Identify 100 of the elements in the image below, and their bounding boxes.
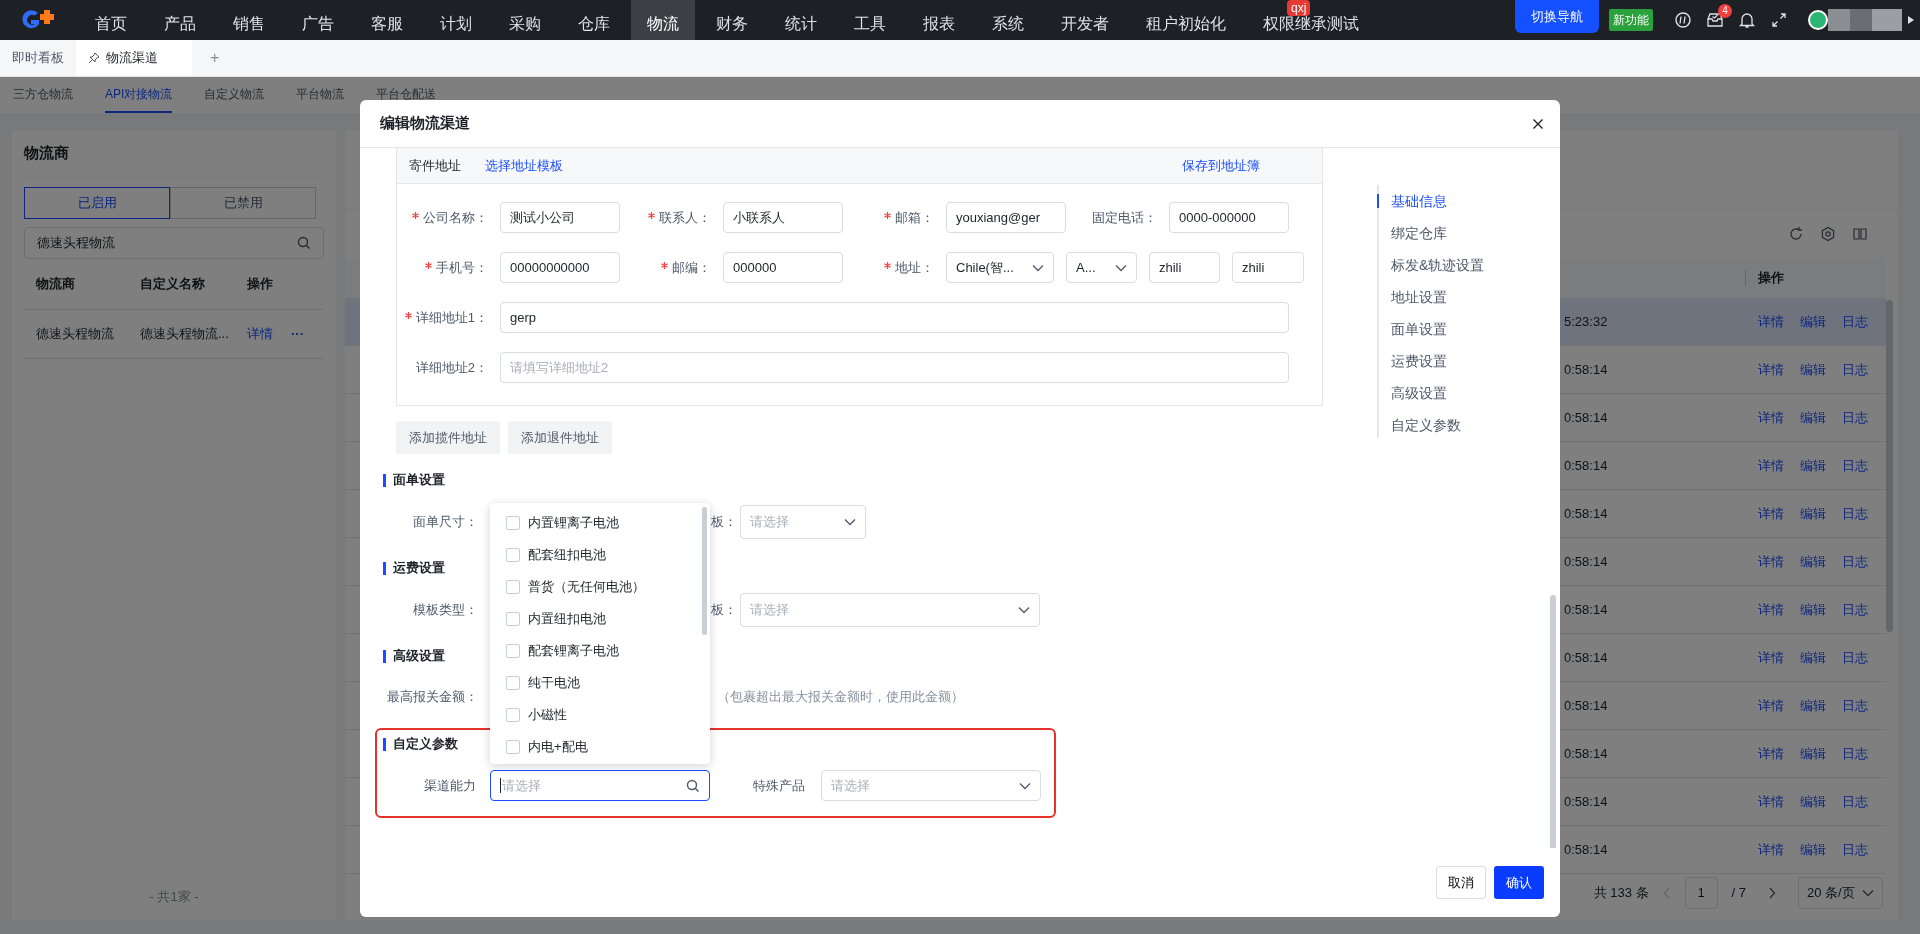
book-icon[interactable] <box>1852 226 1868 242</box>
anchor-link[interactable]: 地址设置 <box>1377 281 1447 313</box>
action-link[interactable]: 编辑 <box>1800 407 1826 428</box>
status-toggle[interactable]: 已启用 <box>24 187 170 219</box>
checkbox[interactable] <box>506 644 520 658</box>
select-field[interactable]: Chile(智... <box>946 252 1054 283</box>
dropdown-option[interactable]: 内置锂离子电池 <box>490 507 710 539</box>
settings-icon[interactable] <box>1820 226 1836 242</box>
confirm-button[interactable]: 确认 <box>1494 866 1544 899</box>
action-link[interactable]: 编辑 <box>1800 359 1826 380</box>
checkbox[interactable] <box>506 676 520 690</box>
scrollbar-thumb[interactable] <box>702 507 707 635</box>
nav-menu-item[interactable]: 物流 <box>631 0 695 40</box>
action-link[interactable]: 详情 <box>1758 551 1784 572</box>
action-link[interactable]: 日志 <box>1842 407 1868 428</box>
sub-tab[interactable]: 平台物流 <box>296 77 345 113</box>
anchor-link[interactable]: 面单设置 <box>1377 313 1447 345</box>
add-address-button[interactable]: 添加揽件地址 <box>396 421 500 454</box>
switch-nav-button[interactable]: 切换导航 <box>1515 0 1599 33</box>
checkbox[interactable] <box>506 516 520 530</box>
search-field[interactable]: 德速头程物流 <box>24 227 324 259</box>
action-link[interactable]: 编辑 <box>1800 311 1826 332</box>
input-field[interactable]: 000000 <box>723 252 843 283</box>
page-input[interactable]: 1 <box>1684 877 1718 909</box>
slash-circle-icon[interactable] <box>1674 11 1692 29</box>
more-button[interactable]: ··· <box>291 324 304 344</box>
action-link[interactable]: 日志 <box>1842 695 1868 716</box>
save-address-link[interactable]: 保存到地址簿 <box>1182 155 1260 176</box>
previous-page-icon[interactable] <box>1662 887 1671 899</box>
action-link[interactable]: 详情 <box>1758 503 1784 524</box>
action-link[interactable]: 日志 <box>1842 839 1868 860</box>
action-link[interactable]: 编辑 <box>1800 647 1826 668</box>
dropdown-option[interactable]: 配套锂离子电池 <box>490 635 710 667</box>
action-link[interactable]: 详情 <box>1758 791 1784 812</box>
scrollbar-thumb[interactable] <box>1886 300 1893 632</box>
nav-menu-item[interactable]: 系统 <box>976 0 1040 40</box>
checkbox[interactable] <box>506 580 520 594</box>
nav-menu-item[interactable]: 开发者 <box>1045 0 1125 40</box>
checkbox[interactable] <box>506 548 520 562</box>
action-link[interactable]: 详情 <box>1758 359 1784 380</box>
sub-tab[interactable]: 平台仓配送 <box>376 77 437 113</box>
dropdown-option[interactable]: 小磁性 <box>490 699 710 731</box>
action-link[interactable]: 日志 <box>1842 455 1868 476</box>
template-link[interactable]: 选择地址模板 <box>485 155 563 176</box>
nav-menu-item[interactable]: 工具 <box>838 0 902 40</box>
action-link[interactable]: 详情 <box>1758 839 1784 860</box>
page-tab[interactable]: 即时看板 <box>0 40 76 76</box>
action-link[interactable]: 日志 <box>1842 359 1868 380</box>
action-link[interactable]: 详情 <box>1758 599 1784 620</box>
next-page-icon[interactable] <box>1768 887 1776 899</box>
dropdown-option[interactable]: 内置纽扣电池 <box>490 603 710 635</box>
nav-menu-item[interactable]: 采购 <box>493 0 557 40</box>
nav-menu-item[interactable]: 广告 <box>286 0 350 40</box>
sub-tab[interactable]: 自定义物流 <box>204 77 265 113</box>
input-field[interactable]: 00000000000 <box>500 252 620 283</box>
action-link[interactable]: 日志 <box>1842 599 1868 620</box>
page-tab[interactable]: 物流渠道 <box>76 40 192 76</box>
detail-link[interactable]: 详情 <box>247 324 273 344</box>
action-link[interactable]: 编辑 <box>1800 839 1826 860</box>
add-tab-button[interactable]: + <box>192 40 238 76</box>
fullscreen-icon[interactable] <box>1770 11 1788 29</box>
input-field[interactable]: 0000-000000 <box>1169 202 1289 233</box>
checkbox[interactable] <box>506 612 520 626</box>
action-link[interactable]: 编辑 <box>1800 503 1826 524</box>
action-link[interactable]: 编辑 <box>1800 695 1826 716</box>
input-field[interactable]: gerp <box>500 302 1289 333</box>
scrollbar-thumb[interactable] <box>1550 595 1556 848</box>
anchor-link[interactable]: 高级设置 <box>1377 377 1447 409</box>
input-field[interactable]: 测试小公司 <box>500 202 620 233</box>
select-field[interactable]: A... <box>1066 252 1137 283</box>
anchor-link[interactable]: 运费设置 <box>1377 345 1447 377</box>
action-link[interactable]: 日志 <box>1842 311 1868 332</box>
action-link[interactable]: 编辑 <box>1800 455 1826 476</box>
action-link[interactable]: 编辑 <box>1800 791 1826 812</box>
action-link[interactable]: 日志 <box>1842 791 1868 812</box>
nav-menu-item[interactable]: 租户初始化 <box>1130 0 1242 40</box>
anchor-link[interactable]: 标发&轨迹设置 <box>1377 249 1485 281</box>
dropdown-option[interactable]: 普货（无任何电池） <box>490 571 710 603</box>
new-feature-badge[interactable]: 新功能 <box>1609 9 1653 31</box>
anchor-link[interactable]: 绑定仓库 <box>1377 217 1447 249</box>
action-link[interactable]: 详情 <box>1758 311 1784 332</box>
dropdown-option[interactable]: 内电+配电 <box>490 731 710 763</box>
action-link[interactable]: 详情 <box>1758 743 1784 764</box>
input-field[interactable]: 小联系人 <box>723 202 843 233</box>
caret-icon[interactable] <box>1908 16 1914 24</box>
dropdown-option[interactable]: 纯干电池 <box>490 667 710 699</box>
close-icon[interactable] <box>1532 117 1544 130</box>
checkbox[interactable] <box>506 708 520 722</box>
pin-icon[interactable] <box>88 52 100 64</box>
nav-menu-item[interactable]: 首页 <box>79 0 143 40</box>
action-link[interactable]: 日志 <box>1842 551 1868 572</box>
tray-check-icon[interactable] <box>1706 11 1724 29</box>
avatar[interactable] <box>1808 10 1828 30</box>
action-link[interactable]: 详情 <box>1758 647 1784 668</box>
nav-menu-item[interactable]: 报表 <box>907 0 971 40</box>
action-link[interactable]: 日志 <box>1842 647 1868 668</box>
anchor-link[interactable]: 自定义参数 <box>1377 409 1461 441</box>
action-link[interactable]: 详情 <box>1758 455 1784 476</box>
action-link[interactable]: 日志 <box>1842 743 1868 764</box>
sub-tab[interactable]: 三方仓物流 <box>13 77 73 113</box>
